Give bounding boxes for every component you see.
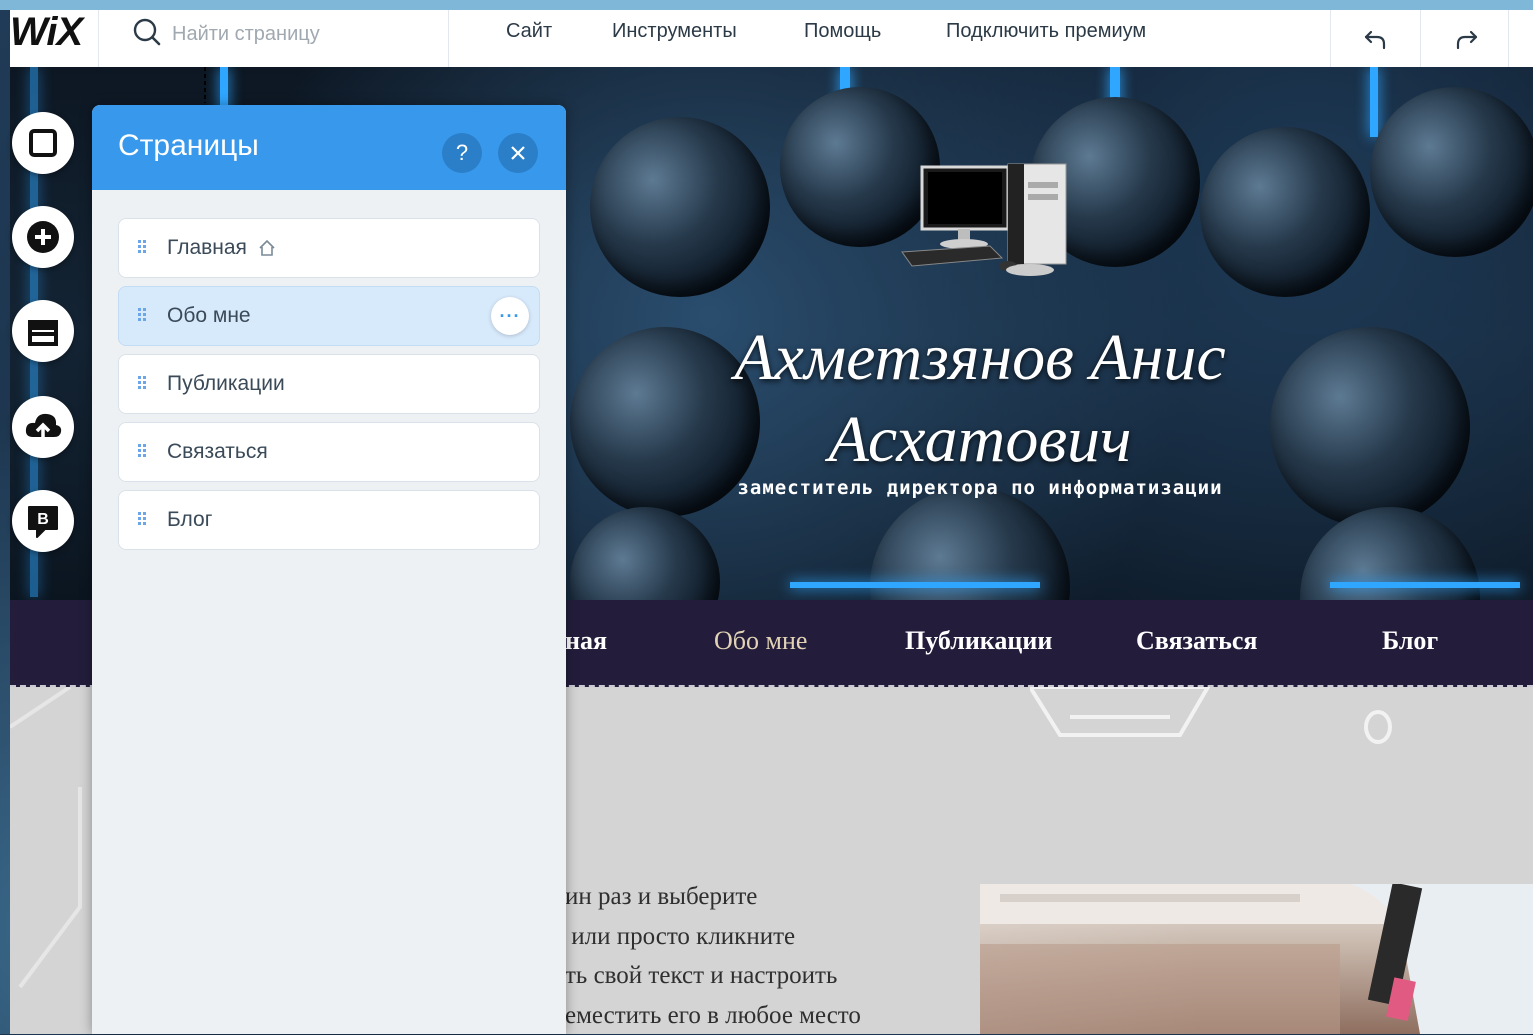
wix-logo[interactable]: WiX (10, 10, 98, 67)
body-text-line: или просто кликните (565, 917, 945, 957)
circle-decor (1360, 707, 1400, 747)
pages-panel-header: Страницы ? (92, 105, 566, 190)
body-text-line: еместить его в любое место (565, 996, 945, 1035)
pages-panel-title: Страницы (118, 129, 259, 163)
site-nav-publications[interactable]: Публикации (905, 626, 1052, 656)
neon-light (790, 582, 1040, 588)
page-more-actions-button[interactable]: ··· (491, 297, 529, 335)
divider (1330, 10, 1331, 67)
blog-icon: B (23, 501, 63, 541)
hero-title-line: Асхатович (610, 399, 1350, 481)
page-search-input[interactable] (170, 18, 444, 50)
upload-icon (23, 407, 63, 447)
hero-name-title[interactable]: Ахметзянов Анис Асхатович (610, 317, 1350, 481)
computer-image[interactable] (890, 162, 1080, 287)
site-nav-home[interactable]: ная (565, 626, 607, 656)
page-item-label: Публикации (167, 372, 285, 396)
molecule-decor (10, 687, 100, 1034)
sphere-decor (1370, 87, 1533, 257)
home-icon (257, 238, 277, 258)
body-text-line: ин раз и выберите (565, 877, 945, 917)
site-nav-contact[interactable]: Связаться (1136, 626, 1257, 656)
neon-light (1370, 67, 1378, 137)
redo-button[interactable] (1422, 10, 1510, 67)
undo-icon (1363, 26, 1389, 52)
divider (1420, 10, 1421, 67)
drag-handle-icon[interactable] (137, 511, 151, 529)
pages-tool-button[interactable] (12, 112, 74, 174)
store-icon (24, 312, 62, 350)
divider (98, 10, 99, 67)
page-item-label: Блог (167, 508, 212, 532)
redo-icon (1453, 26, 1479, 52)
hexagon-decor (1030, 687, 1210, 747)
hero-title-line: Ахметзянов Анис (610, 317, 1350, 399)
body-text[interactable]: ин раз и выберите или просто кликнитеть … (565, 877, 945, 1035)
page-item-blog[interactable]: Блог (118, 490, 540, 550)
body-text-line: ть свой текст и настроить (565, 956, 945, 996)
guide-line (204, 67, 206, 103)
page-icon (26, 126, 60, 160)
undo-button[interactable] (1332, 10, 1420, 67)
close-icon (509, 144, 527, 162)
pages-panel: Страницы ? Главная Обо мне ··· Публикаци… (92, 105, 566, 1034)
page-item-home[interactable]: Главная (118, 218, 540, 278)
hero-subtitle[interactable]: заместитель директора по информатизации (610, 477, 1350, 499)
drag-handle-icon[interactable] (137, 239, 151, 257)
page-item-about[interactable]: Обо мне ··· (118, 286, 540, 346)
menu-tools[interactable]: Инструменты (612, 17, 737, 45)
page-item-label: Связаться (167, 440, 268, 464)
add-icon (24, 218, 62, 256)
help-button[interactable]: ? (442, 133, 482, 173)
menu-upgrade-premium[interactable]: Подключить премиум (946, 17, 1146, 45)
page-item-publications[interactable]: Публикации (118, 354, 540, 414)
lab-photo-illustration (980, 884, 1533, 1034)
upload-tool-button[interactable] (12, 396, 74, 458)
divider (448, 10, 449, 67)
neon-light (1330, 582, 1520, 588)
site-nav-blog[interactable]: Блог (1382, 626, 1438, 656)
search-icon (132, 17, 162, 47)
drag-handle-icon[interactable] (137, 375, 151, 393)
site-nav-about[interactable]: Обо мне (714, 626, 807, 656)
drag-handle-icon[interactable] (137, 307, 151, 325)
sphere-decor (590, 117, 770, 297)
page-item-label: Главная (167, 236, 247, 260)
sphere-decor (1200, 127, 1370, 297)
blog-tool-button[interactable]: B (12, 490, 74, 552)
lab-photo[interactable] (980, 884, 1533, 1034)
store-tool-button[interactable] (12, 300, 74, 362)
blog-icon-letter: B (37, 511, 49, 528)
menu-site[interactable]: Сайт (506, 17, 552, 45)
divider (1508, 10, 1509, 67)
sphere-decor (570, 507, 720, 600)
page-item-contact[interactable]: Связаться (118, 422, 540, 482)
close-button[interactable] (498, 133, 538, 173)
editor-topbar: WiX Сайт Инструменты Помощь Подключить п… (10, 10, 1533, 68)
add-tool-button[interactable] (12, 206, 74, 268)
menu-help[interactable]: Помощь (804, 17, 881, 45)
page-item-label: Обо мне (167, 304, 251, 328)
drag-handle-icon[interactable] (137, 443, 151, 461)
